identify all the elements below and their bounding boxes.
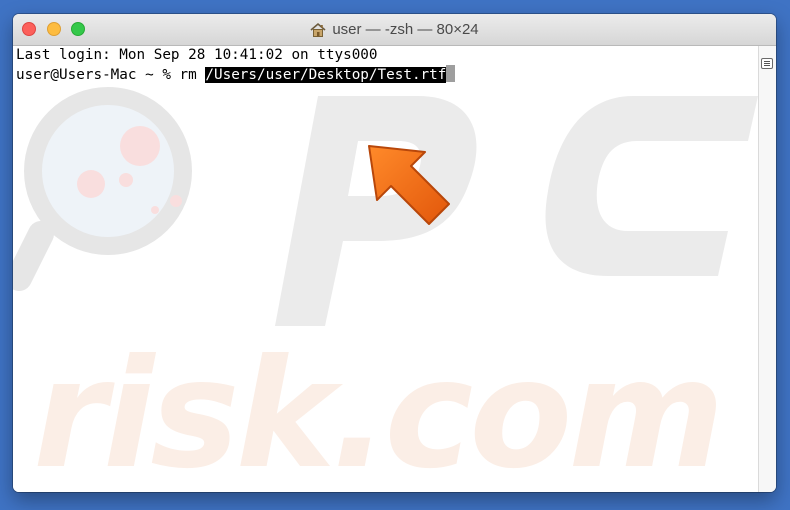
watermark-domain: risk.com (33, 328, 721, 492)
selected-file-path[interactable]: /Users/user/Desktop/Test.rtf (205, 67, 447, 83)
terminal-text[interactable]: Last login: Mon Sep 28 10:41:02 on ttys0… (16, 46, 456, 85)
pcrisk-watermark: risk.com (13, 87, 758, 492)
text-cursor (446, 65, 456, 82)
magnifier-logo (13, 87, 192, 291)
terminal-content[interactable]: risk.com Last login: Mon Sep 28 10:41:02… (13, 46, 759, 492)
orange-pointer-arrow-icon (368, 145, 450, 225)
terminal-line: Last login: Mon Sep 28 10:41:02 on ttys0… (16, 47, 378, 63)
title-bar[interactable]: user — -zsh — 80×24 (13, 14, 776, 46)
terminal-window: user — -zsh — 80×24 risk.com Last login:… (13, 14, 776, 492)
marks-menu-icon[interactable] (761, 58, 773, 69)
vertical-scrollbar[interactable] (758, 46, 776, 492)
window-title: user — -zsh — 80×24 (332, 21, 479, 38)
shell-prompt: user@Users-Mac ~ % rm (16, 67, 206, 83)
home-icon (310, 22, 326, 37)
terminal-prompt-line: user@Users-Mac ~ % rm /Users/user/Deskto… (16, 65, 456, 85)
window-title-group: user — -zsh — 80×24 (13, 14, 776, 45)
pc-letters (275, 96, 758, 326)
